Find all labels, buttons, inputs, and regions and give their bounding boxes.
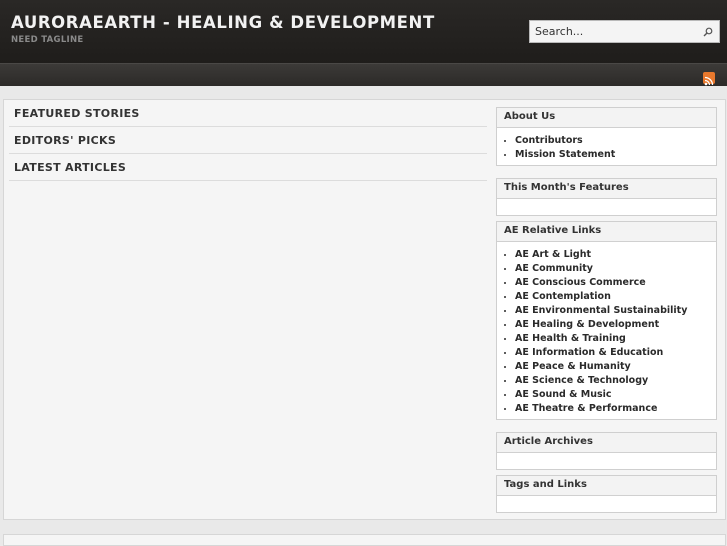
widget-title: Tags and Links (497, 476, 716, 496)
search-form (529, 20, 720, 43)
section-latest-articles[interactable]: LATEST ARTICLES (9, 154, 487, 181)
site-title[interactable]: AURORAEARTH - HEALING & DEVELOPMENT (11, 13, 435, 32)
link-healing-development[interactable]: AE Healing & Development (515, 318, 716, 332)
link-contemplation[interactable]: AE Contemplation (515, 290, 716, 304)
link-theatre-performance[interactable]: AE Theatre & Performance (515, 402, 716, 416)
widget-about-us: About Us Contributors Mission Statement (496, 107, 717, 166)
widget-body (497, 496, 716, 512)
widget-title: About Us (497, 108, 716, 128)
nav-bar (0, 63, 727, 86)
link-art-light[interactable]: AE Art & Light (515, 248, 716, 262)
search-input[interactable] (530, 21, 695, 42)
link-science-technology[interactable]: AE Science & Technology (515, 374, 716, 388)
widget-article-archives: Article Archives (496, 432, 717, 470)
link-environmental-sustainability[interactable]: AE Environmental Sustainability (515, 304, 716, 318)
search-icon[interactable] (699, 22, 717, 41)
footer (3, 534, 726, 546)
site-tagline: NEED TAGLINE (11, 35, 84, 45)
widget-body (497, 199, 716, 215)
widget-body (497, 453, 716, 469)
link-contributors[interactable]: Contributors (515, 134, 716, 148)
link-community[interactable]: AE Community (515, 262, 716, 276)
about-links: Contributors Mission Statement (497, 128, 716, 165)
widget-title: Article Archives (497, 433, 716, 453)
link-peace-humanity[interactable]: AE Peace & Humanity (515, 360, 716, 374)
widget-features: This Month's Features (496, 178, 717, 216)
widget-title: This Month's Features (497, 179, 716, 199)
section-editors-picks[interactable]: EDITORS' PICKS (9, 127, 487, 154)
site-header: AURORAEARTH - HEALING & DEVELOPMENT NEED… (0, 0, 727, 63)
link-sound-music[interactable]: AE Sound & Music (515, 388, 716, 402)
link-information-education[interactable]: AE Information & Education (515, 346, 716, 360)
main-content: FEATURED STORIES EDITORS' PICKS LATEST A… (3, 99, 726, 520)
widget-tags-links: Tags and Links (496, 475, 717, 513)
section-featured-stories[interactable]: FEATURED STORIES (9, 100, 487, 127)
link-conscious-commerce[interactable]: AE Conscious Commerce (515, 276, 716, 290)
link-health-training[interactable]: AE Health & Training (515, 332, 716, 346)
widget-title: AE Relative Links (497, 222, 716, 242)
relative-links: AE Art & Light AE Community AE Conscious… (497, 242, 716, 419)
link-mission-statement[interactable]: Mission Statement (515, 148, 716, 162)
rss-icon[interactable] (703, 72, 715, 86)
content-sections: FEATURED STORIES EDITORS' PICKS LATEST A… (9, 100, 487, 181)
widget-relative-links: AE Relative Links AE Art & Light AE Comm… (496, 221, 717, 420)
